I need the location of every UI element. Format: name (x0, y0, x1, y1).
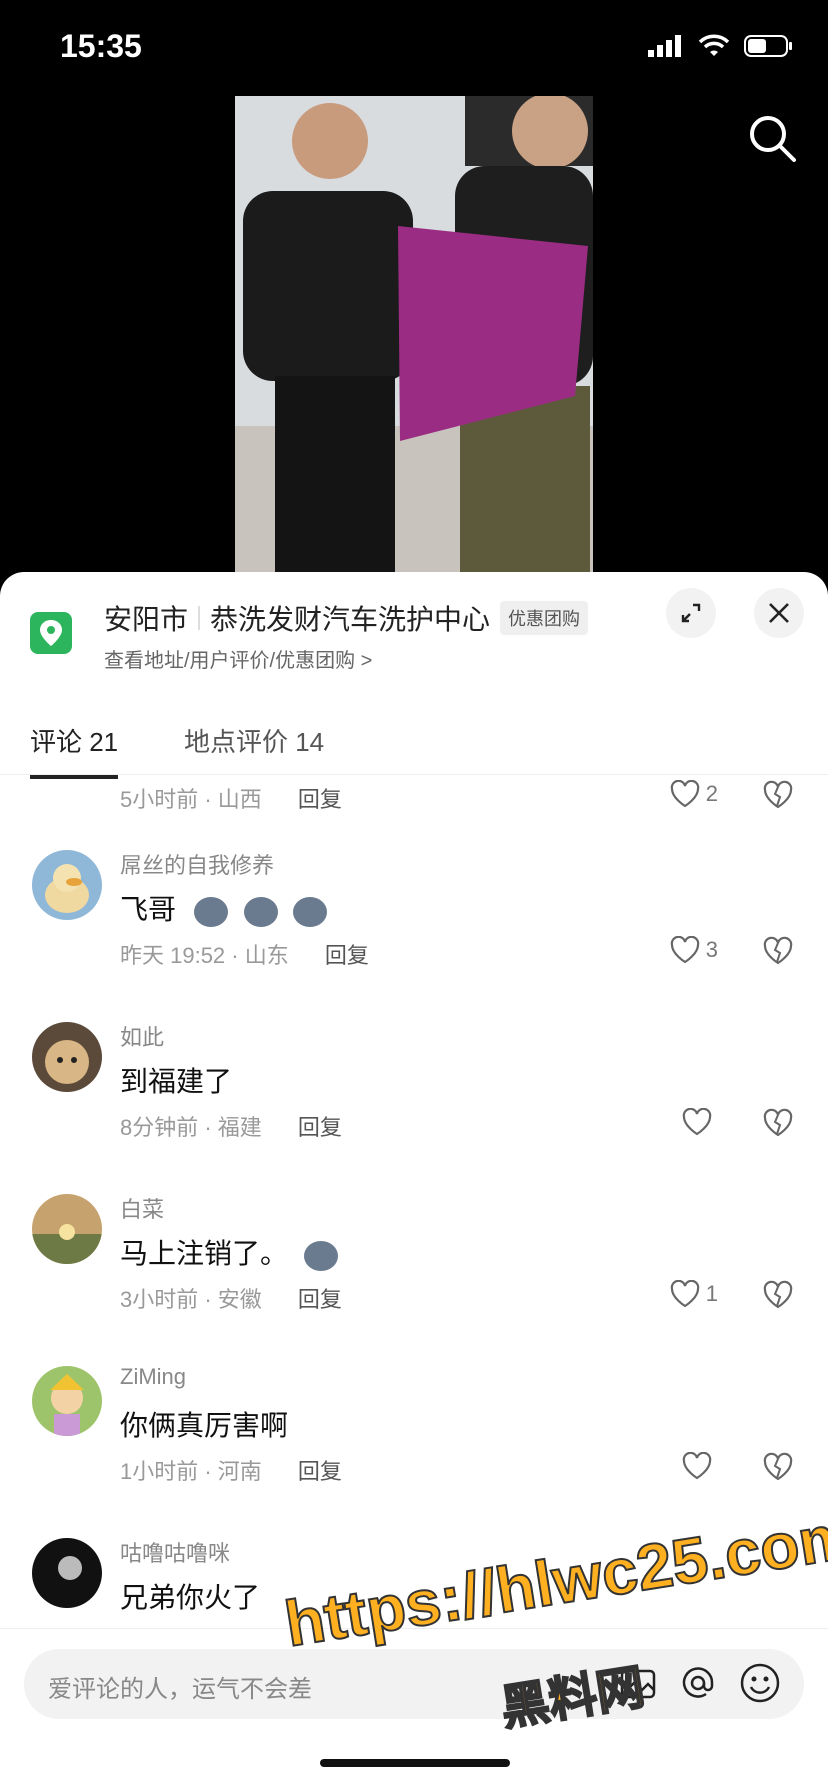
comment-username[interactable]: 白菜 (120, 1192, 164, 1224)
status-time: 15:35 (60, 28, 142, 64)
emoji-icon[interactable] (738, 1661, 782, 1705)
heart-icon (682, 1452, 712, 1480)
comment-list[interactable]: 5小时前 · 山西 回复 2 屌丝的自我修养 飞哥 昨天 19:52 · 山东 … (0, 776, 828, 1636)
husky-emoji-icon (193, 896, 228, 927)
comment-username[interactable]: 咕噜咕噜咪 (120, 1536, 230, 1568)
comment-time-location: 昨天 19:52 · 山东 (120, 943, 289, 968)
comment-time-location: 3小时前 · 安徽 (120, 1287, 262, 1312)
comment-text: 你俩真厉害啊 (120, 1410, 289, 1441)
comment-input-placeholder: 爱评论的人，运气不会差 (48, 1676, 312, 1703)
like-button[interactable] (682, 1108, 718, 1136)
heart-icon (682, 1108, 712, 1136)
like-count: 2 (705, 781, 718, 806)
avatar[interactable] (32, 850, 102, 920)
husky-emoji-icon (293, 896, 328, 927)
comment-input-bar: 爱评论的人，运气不会差 (0, 1628, 828, 1792)
comment-username[interactable]: 如此 (120, 1020, 164, 1052)
group-buy-tag: 优惠团购 (500, 601, 589, 635)
search-icon[interactable] (746, 112, 798, 164)
wifi-icon (698, 34, 730, 56)
comment-text: 马上注销了。 (120, 1232, 338, 1272)
mention-icon[interactable] (678, 1663, 718, 1703)
avatar[interactable] (32, 1538, 102, 1608)
comment-text-content: 马上注销了。 (120, 1238, 289, 1269)
close-icon (769, 603, 789, 623)
comments-sheet: 安阳市 恭洗发财汽车洗护中心 优惠团购 查看地址/用户评价/优惠团购 > 评论 … (0, 572, 828, 1792)
comment-meta: 5小时前 · 山西 回复 (120, 782, 342, 814)
video-frame[interactable] (235, 96, 593, 572)
location-subtitle-link[interactable]: 查看地址/用户评价/优惠团购 > (104, 644, 372, 673)
reply-button[interactable]: 回复 (298, 1115, 342, 1140)
broken-heart-icon[interactable] (762, 1280, 794, 1310)
status-bar: 15:35 (0, 0, 828, 96)
broken-heart-icon[interactable] (762, 780, 794, 810)
reply-button[interactable]: 回复 (325, 943, 369, 968)
home-indicator (320, 1759, 510, 1767)
expand-icon (681, 603, 701, 623)
location-pin-icon (30, 612, 72, 654)
comment-time-location: 1小时前 · 河南 (120, 1459, 262, 1484)
husky-emoji-icon (303, 1240, 338, 1271)
like-button[interactable]: 3 (670, 936, 718, 964)
comment-meta: 1小时前 · 河南 回复 (120, 1454, 342, 1486)
location-city: 安阳市 (104, 604, 189, 635)
comment-meta: 8分钟前 · 福建 回复 (120, 1110, 342, 1142)
comment-username[interactable]: 屌丝的自我修养 (120, 848, 274, 880)
tab-comments[interactable]: 评论 21 (30, 722, 119, 779)
comment-meta: 昨天 19:52 · 山东 回复 (120, 938, 369, 970)
close-button[interactable] (754, 588, 804, 638)
comment-tabs: 评论 21 地点评价 14 (0, 714, 828, 779)
heart-icon (670, 780, 699, 808)
location-name: 恭洗发财汽车洗护中心 (210, 604, 491, 635)
cellular-signal-icon (648, 35, 681, 57)
location-title[interactable]: 安阳市 恭洗发财汽车洗护中心 优惠团购 (104, 598, 589, 638)
avatar[interactable] (32, 1194, 102, 1264)
like-button[interactable] (682, 1452, 718, 1480)
like-button[interactable]: 1 (670, 1280, 718, 1308)
comment-input[interactable]: 爱评论的人，运气不会差 (24, 1649, 804, 1719)
like-count: 1 (705, 1281, 718, 1306)
expand-button[interactable] (666, 588, 716, 638)
broken-heart-icon[interactable] (762, 936, 794, 966)
comment-username[interactable]: ZiMing (120, 1364, 186, 1390)
like-button[interactable]: 2 (670, 780, 718, 808)
reply-button[interactable]: 回复 (298, 787, 342, 812)
reply-button[interactable]: 回复 (298, 1459, 342, 1484)
comment-text: 飞哥 (120, 888, 328, 928)
reply-button[interactable]: 回复 (298, 1287, 342, 1312)
title-divider (198, 606, 201, 630)
husky-emoji-icon (243, 896, 278, 927)
like-count: 3 (705, 937, 718, 962)
video-image (235, 96, 593, 572)
comment-text: 到福建了 (120, 1066, 233, 1097)
broken-heart-icon[interactable] (762, 1452, 794, 1482)
comment-meta: 3小时前 · 安徽 回复 (120, 1282, 342, 1314)
avatar[interactable] (32, 1366, 102, 1436)
heart-icon (670, 936, 699, 964)
avatar[interactable] (32, 1022, 102, 1092)
tab-location-reviews[interactable]: 地点评价 14 (184, 722, 324, 759)
broken-heart-icon[interactable] (762, 1108, 794, 1138)
battery-icon (744, 35, 792, 57)
comment-text-content: 飞哥 (120, 894, 177, 925)
image-icon[interactable] (618, 1663, 658, 1703)
comment-time-location: 8分钟前 · 福建 (120, 1115, 262, 1140)
comment-time-location: 5小时前 · 山西 (120, 787, 262, 812)
input-icons (618, 1661, 782, 1705)
comment-text: 兄弟你火了 (120, 1582, 261, 1613)
heart-icon (670, 1280, 699, 1308)
status-icons (648, 34, 794, 58)
